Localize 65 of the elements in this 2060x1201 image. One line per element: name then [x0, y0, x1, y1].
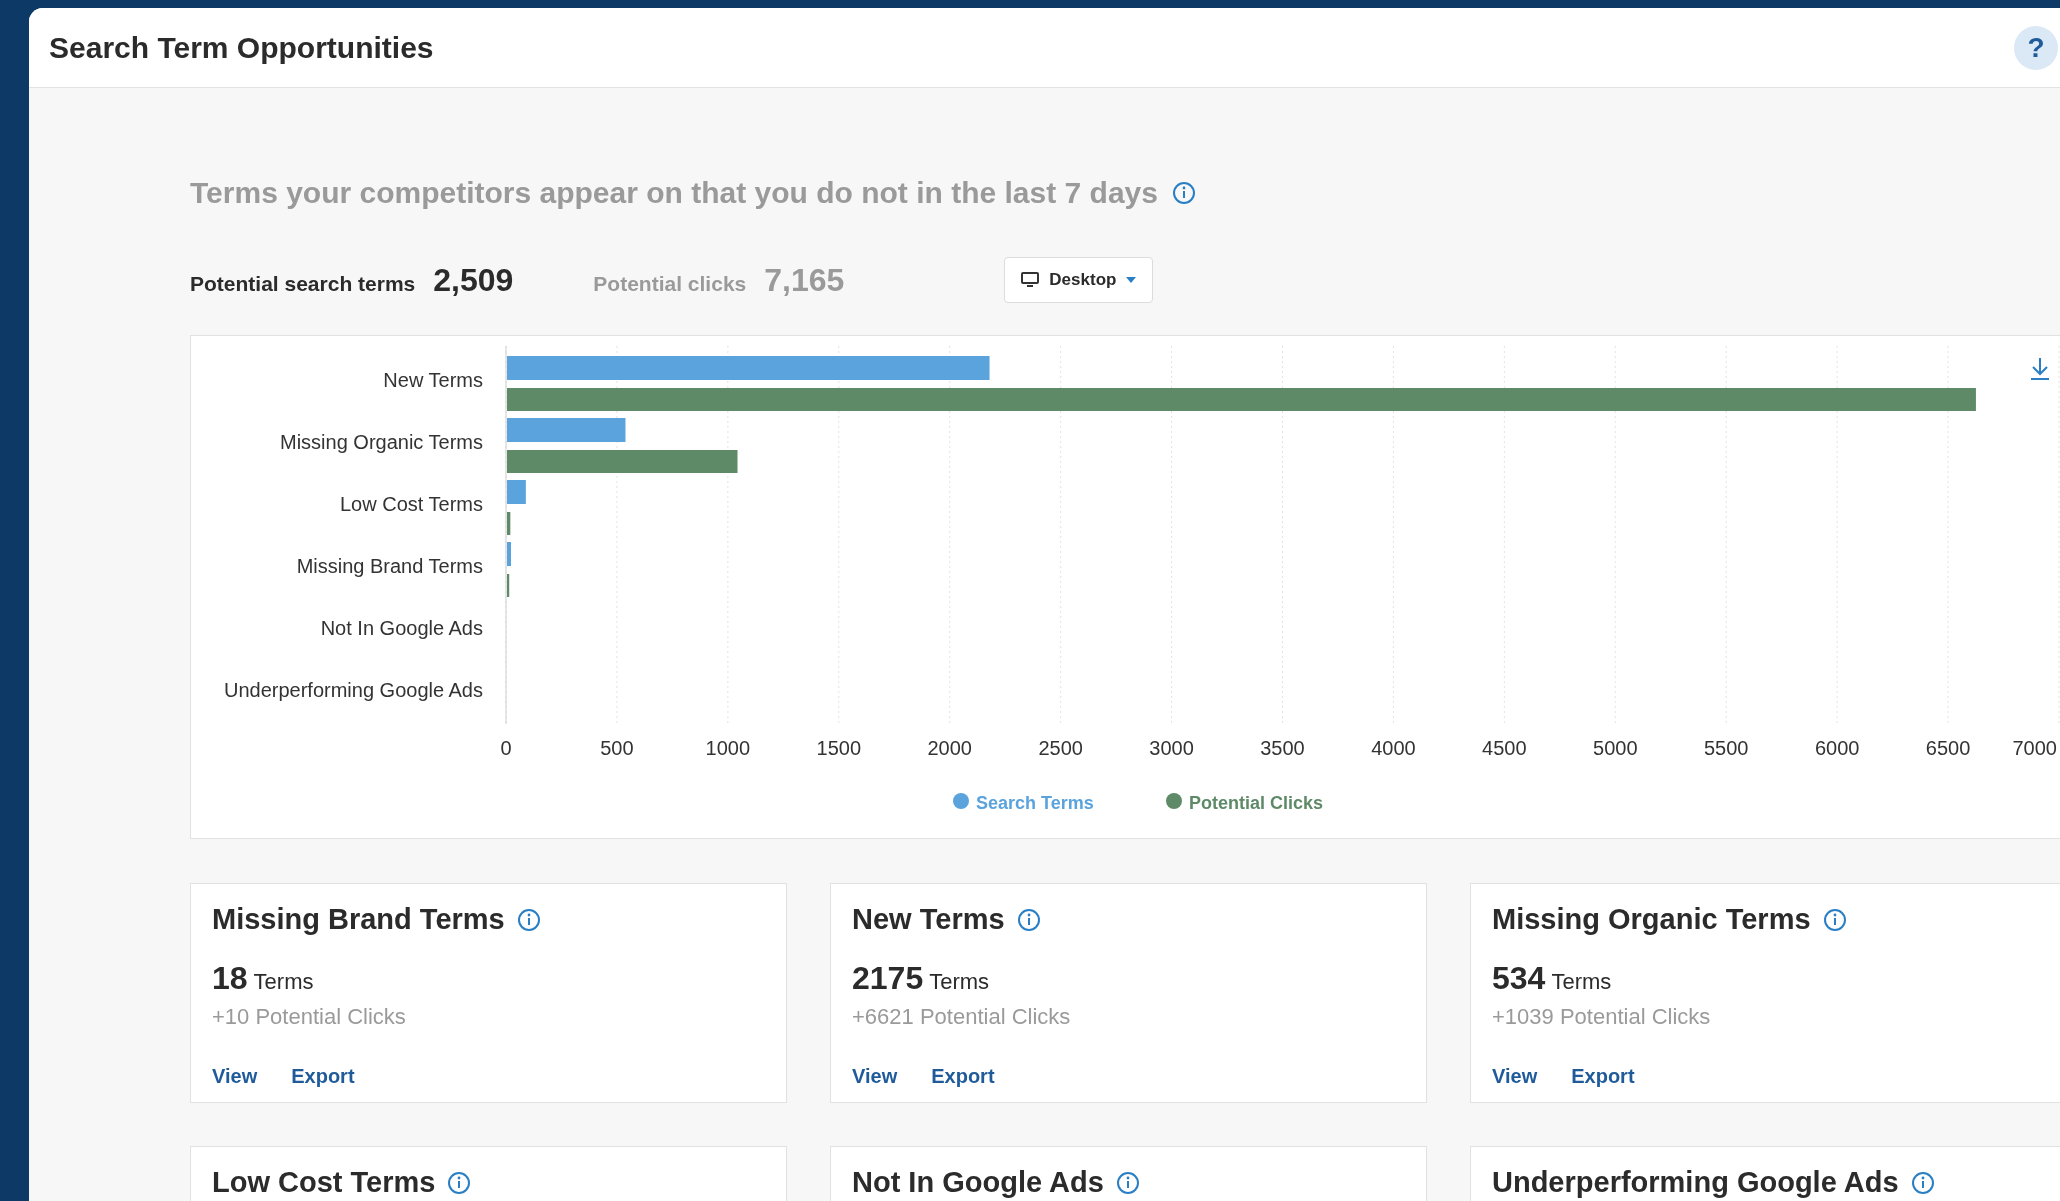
card-title: New Terms — [852, 902, 1005, 937]
term-count: 18 — [212, 961, 248, 994]
potential-clicks: +10 Potential Clicks — [212, 1002, 407, 1031]
export-link[interactable]: Export — [931, 1060, 995, 1091]
category-label: Missing Brand Terms — [296, 555, 483, 578]
axis-tick-label: 5000 — [1593, 737, 1638, 760]
card-title: Low Cost Terms — [212, 1165, 436, 1200]
category-label: Not In Google Ads — [320, 617, 483, 640]
page-title: Search Term Opportunities — [49, 30, 434, 66]
axis-tick-label: 7000 — [2012, 737, 2057, 760]
term-unit: Terms — [929, 967, 990, 996]
card-title: Underperforming Google Ads — [1492, 1165, 1899, 1200]
card-title: Missing Brand Terms — [212, 902, 505, 937]
axis-tick-label: 2000 — [927, 737, 972, 760]
bar — [507, 480, 526, 504]
stat-value: 7,165 — [764, 261, 845, 300]
view-link[interactable]: View — [212, 1060, 258, 1091]
stat-label: Potential clicks — [593, 271, 747, 297]
axis-tick-label: 4000 — [1371, 737, 1416, 760]
axis-tick-label: 1000 — [705, 737, 751, 760]
category-label: Missing Organic Terms — [279, 431, 483, 454]
info-icon[interactable] — [516, 907, 541, 932]
export-link[interactable]: Export — [291, 1060, 355, 1091]
axis-tick-label: 0 — [500, 737, 512, 760]
stat-label: Potential search terms — [190, 271, 416, 297]
axis-tick-label: 500 — [600, 737, 634, 760]
category-label: Underperforming Google Ads — [223, 679, 483, 702]
axis-tick-label: 5500 — [1703, 737, 1749, 760]
axis-tick-label: 6000 — [1814, 737, 1860, 760]
bar — [507, 574, 510, 597]
potential-clicks: +6621 Potential Clicks — [852, 1002, 1072, 1031]
axis-tick-label: 6500 — [1925, 737, 1971, 760]
card-title: Not In Google Ads — [852, 1165, 1104, 1200]
legend-label[interactable]: Potential Clicks — [1189, 792, 1324, 813]
axis-tick-label: 1500 — [816, 737, 862, 760]
info-icon[interactable] — [1910, 1170, 1935, 1195]
term-count: 534 — [1492, 961, 1546, 994]
info-icon[interactable] — [1822, 907, 1847, 932]
view-link[interactable]: View — [1492, 1060, 1538, 1091]
caret-icon — [1126, 277, 1137, 283]
info-icon[interactable] — [447, 1170, 472, 1195]
potential-clicks: +1039 Potential Clicks — [1492, 1002, 1712, 1031]
axis-tick-label: 4500 — [1482, 737, 1527, 760]
stat-value: 2,509 — [433, 261, 514, 300]
axis-tick-label: 3000 — [1149, 737, 1194, 760]
axis-tick-label: 2500 — [1038, 737, 1083, 760]
download-icon[interactable] — [2030, 357, 2050, 380]
section-subtitle: Terms your competitors appear on that you do not in the last 7 days — [190, 175, 1158, 211]
info-icon[interactable] — [1115, 1170, 1140, 1195]
term-unit: Terms — [253, 967, 314, 996]
export-link[interactable]: Export — [1571, 1060, 1635, 1091]
view-link[interactable]: View — [852, 1060, 898, 1091]
device-dropdown[interactable]: Desktop — [1004, 257, 1154, 303]
info-icon[interactable] — [1016, 907, 1041, 932]
help-button[interactable]: ? — [2014, 25, 2058, 70]
term-count: 2175 — [852, 961, 924, 994]
category-label: Low Cost Terms — [340, 493, 483, 516]
term-unit: Terms — [1551, 967, 1612, 996]
info-icon[interactable] — [1171, 180, 1196, 205]
card-title: Missing Organic Terms — [1492, 902, 1811, 937]
monitor-icon — [1021, 272, 1040, 288]
bar — [507, 512, 511, 535]
category-label: New Terms — [383, 369, 483, 392]
bar — [507, 542, 511, 566]
axis-tick-label: 3500 — [1260, 737, 1305, 760]
